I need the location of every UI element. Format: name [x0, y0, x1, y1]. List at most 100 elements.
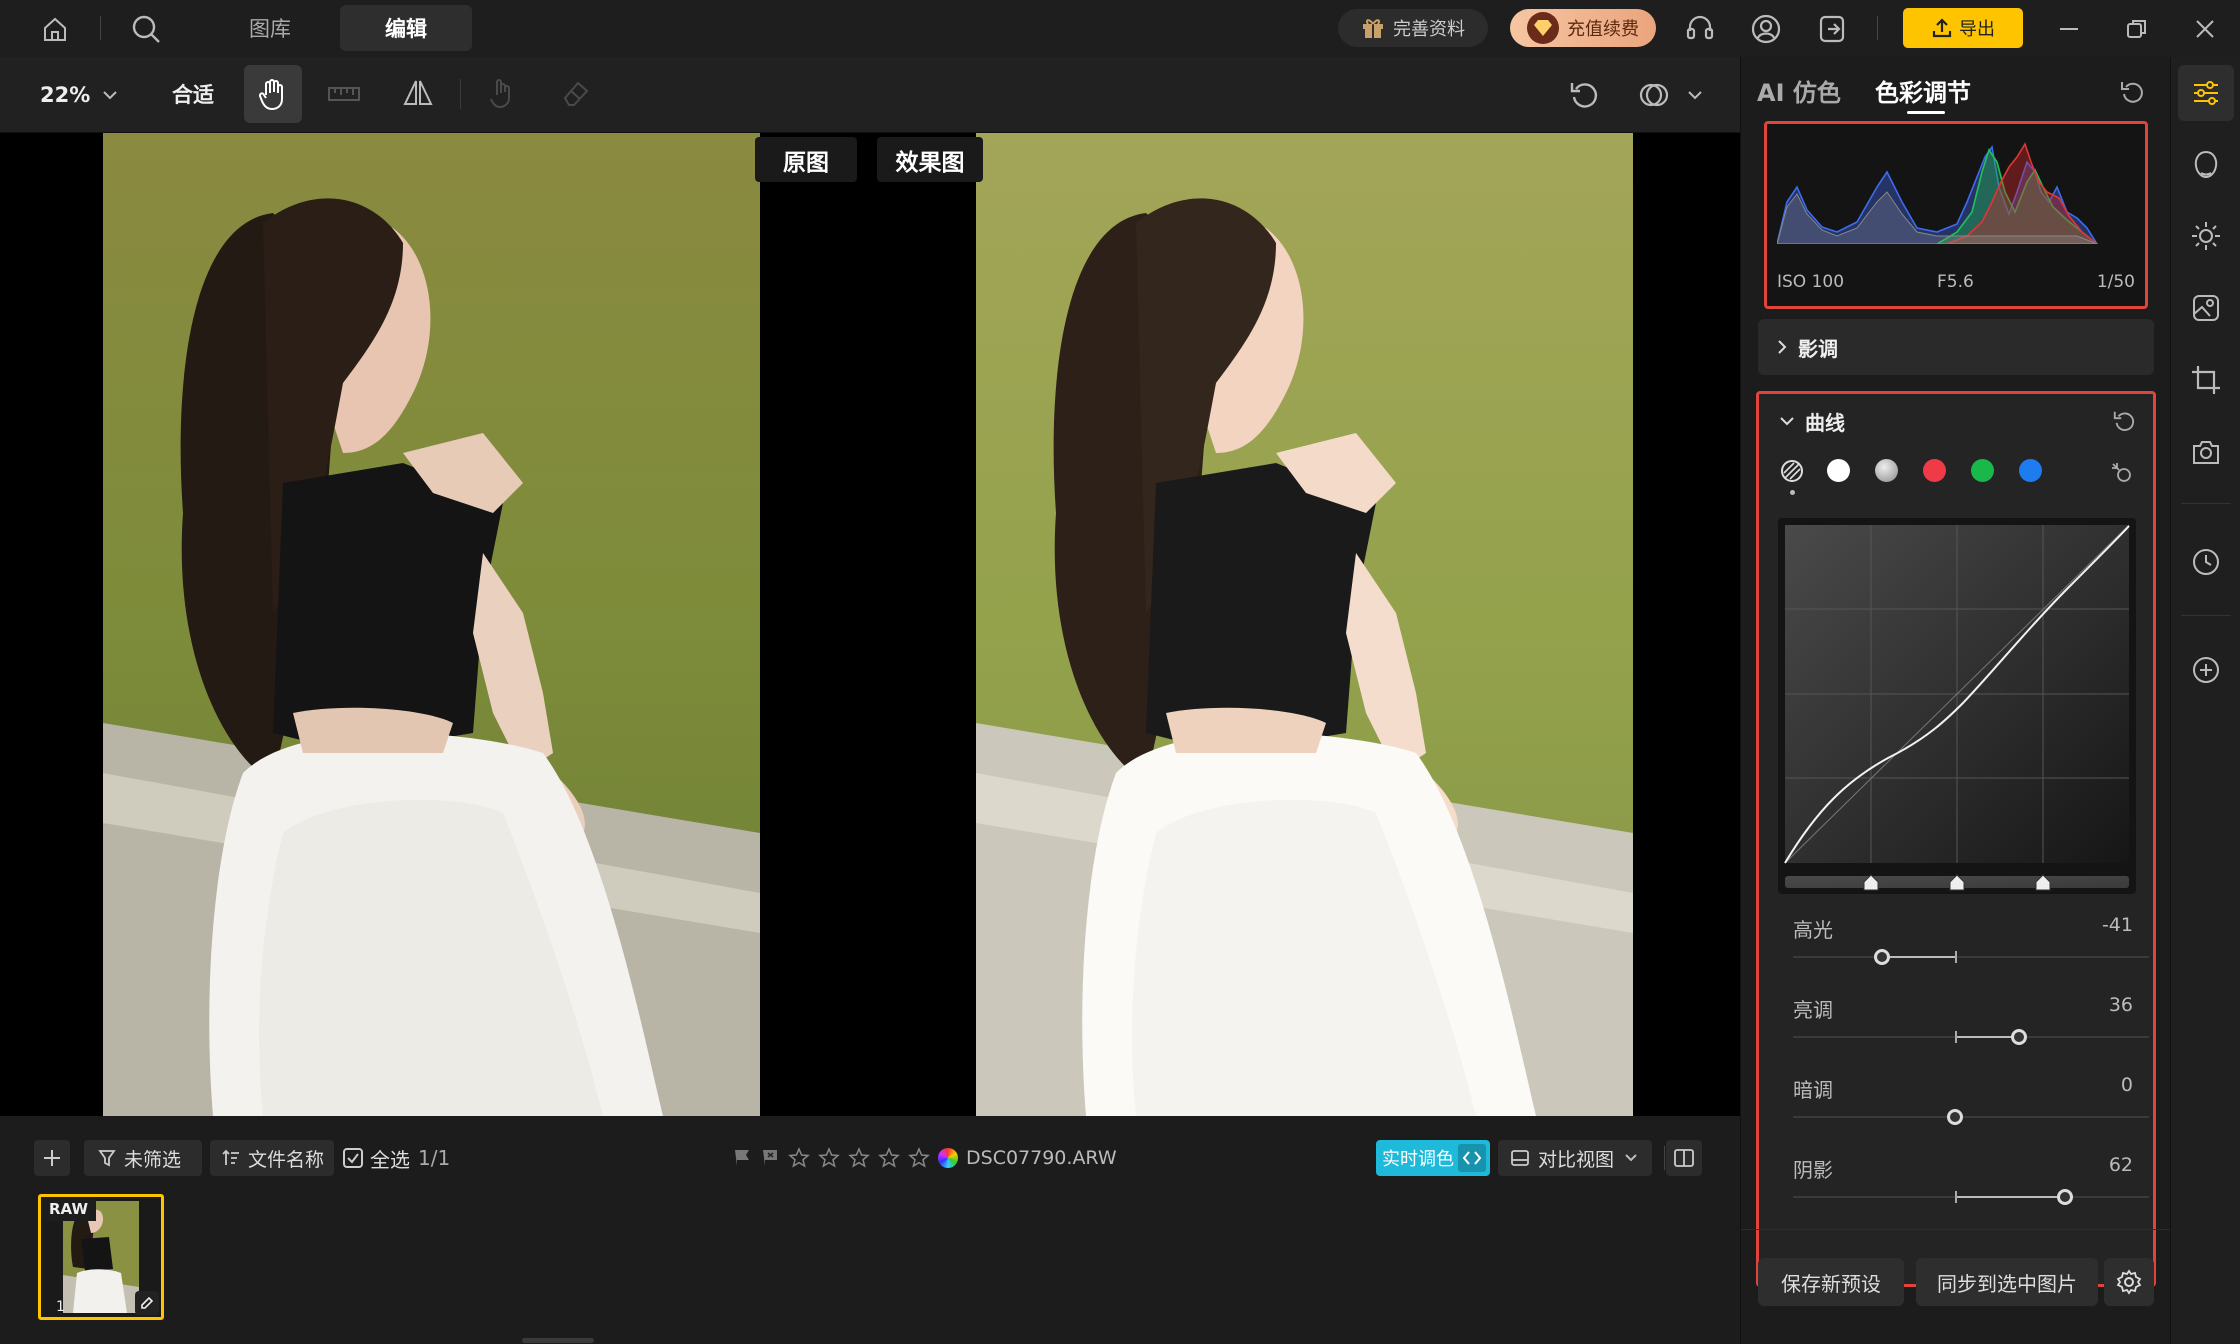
zoom-select[interactable]: 22% [40, 79, 118, 111]
sync-selected-button[interactable]: 同步到选中图片 [1916, 1258, 2098, 1306]
compare-icon [1510, 1149, 1530, 1167]
original-label[interactable]: 原图 [755, 137, 857, 182]
hand-tool-icon[interactable] [244, 65, 302, 123]
star-icon[interactable] [848, 1147, 870, 1169]
result-image[interactable] [976, 133, 1633, 1116]
filter-button[interactable]: 未筛选 [84, 1140, 202, 1176]
checkbox-icon [342, 1147, 364, 1169]
photo-info: DSC07790.ARW [732, 1140, 1117, 1176]
shadows-slider[interactable]: 阴影 62 [1759, 1154, 2159, 1210]
gray-channel-dot[interactable] [1875, 459, 1898, 482]
gift-icon [1361, 17, 1385, 39]
tab-library[interactable]: 图库 [224, 5, 316, 51]
logout-icon[interactable] [1814, 11, 1850, 47]
highlights-label: 高光 [1793, 918, 1833, 942]
highlights-slider[interactable]: 高光 -41 [1759, 914, 2159, 970]
flag-icon[interactable] [732, 1148, 752, 1168]
darks-value: 0 [2120, 1074, 2133, 1096]
sort-button[interactable]: 文件名称 [210, 1140, 334, 1176]
realtime-toggle[interactable]: 实时调色 [1376, 1140, 1490, 1176]
adjust-sliders-icon[interactable] [2178, 65, 2234, 121]
tab-ai-color[interactable]: AI 仿色 [1757, 73, 1841, 108]
star-icon[interactable] [788, 1147, 810, 1169]
curve-section-header[interactable]: 曲线 [1779, 406, 1845, 436]
chevron-down-icon [102, 89, 118, 101]
color-label-icon[interactable] [938, 1148, 958, 1168]
sun-icon[interactable] [2185, 215, 2227, 257]
brights-knob[interactable] [2011, 1029, 2027, 1045]
export-button[interactable]: 导出 [1903, 8, 2023, 48]
curve-picker-icon[interactable] [2109, 460, 2135, 486]
close-icon[interactable] [2190, 14, 2220, 44]
filter-label: 未筛选 [124, 1148, 182, 1171]
thumbnail[interactable]: RAW 1 [38, 1194, 164, 1320]
curve-graph[interactable] [1778, 518, 2136, 894]
curve-reset-icon[interactable] [2109, 406, 2139, 436]
export-label: 导出 [1959, 19, 1995, 40]
add-circle-icon[interactable] [2185, 649, 2227, 691]
compare-view-select[interactable]: 对比视图 [1498, 1140, 1652, 1176]
chevron-down-icon[interactable] [1684, 85, 1706, 105]
darks-label: 暗调 [1793, 1078, 1833, 1102]
tab-color-adjust[interactable]: 色彩调节 [1875, 73, 1971, 108]
filter-icon [98, 1149, 116, 1167]
darks-knob[interactable] [1947, 1109, 1963, 1125]
chevron-down-icon [1779, 415, 1795, 427]
upload-icon [1931, 17, 1953, 39]
save-preset-button[interactable]: 保存新预设 [1758, 1258, 1904, 1306]
search-icon[interactable] [128, 11, 164, 47]
shadows-knob[interactable] [2057, 1189, 2073, 1205]
recharge-button[interactable]: 充值续费 [1510, 9, 1656, 47]
history-icon[interactable] [2185, 541, 2227, 583]
darks-slider[interactable]: 暗调 0 [1759, 1074, 2159, 1130]
flip-icon[interactable] [400, 75, 436, 111]
mask-overlay-icon[interactable] [1634, 75, 1674, 115]
split-view-button[interactable] [1666, 1140, 1702, 1176]
red-channel-dot[interactable] [1923, 459, 1946, 482]
edit-toolbar: 22% 合适 [0, 57, 1740, 133]
recharge-label: 充值续费 [1567, 19, 1639, 40]
add-button[interactable] [34, 1140, 70, 1176]
filename: DSC07790.ARW [966, 1147, 1117, 1169]
minimize-icon[interactable] [2054, 14, 2084, 44]
undo-icon[interactable] [1564, 75, 1604, 115]
eraser-icon[interactable] [558, 75, 594, 111]
fit-button[interactable]: 合适 [172, 79, 214, 109]
camera-icon[interactable] [2185, 431, 2227, 473]
star-icon[interactable] [878, 1147, 900, 1169]
histogram-box: ISO 100 F5.6 1/50 [1764, 121, 2148, 309]
original-image[interactable] [103, 133, 760, 1116]
blue-channel-dot[interactable] [2019, 459, 2042, 482]
tab-edit[interactable]: 编辑 [340, 5, 472, 51]
chevron-down-icon [1624, 1153, 1638, 1163]
brights-label: 亮调 [1793, 998, 1833, 1022]
iso-value: ISO 100 [1777, 272, 1845, 292]
green-channel-dot[interactable] [1971, 459, 1994, 482]
tone-section-header[interactable]: 影调 [1758, 319, 2154, 375]
compare-label: 对比视图 [1538, 1148, 1615, 1171]
star-icon[interactable] [818, 1147, 840, 1169]
complete-profile-button[interactable]: 完善资料 [1338, 9, 1488, 47]
ruler-icon[interactable] [326, 77, 362, 111]
settings-button[interactable] [2104, 1258, 2154, 1306]
result-label[interactable]: 效果图 [877, 137, 983, 182]
luminance-channel-icon[interactable] [1779, 458, 1805, 484]
crop-icon[interactable] [2185, 359, 2227, 401]
brights-slider[interactable]: 亮调 36 [1759, 994, 2159, 1050]
select-all-checkbox[interactable]: 全选 1/1 [342, 1140, 450, 1176]
thumbnail-index: 1 [56, 1299, 65, 1315]
hand-touch-icon[interactable] [484, 75, 520, 111]
restore-icon[interactable] [2122, 14, 2152, 44]
reject-flag-icon[interactable] [760, 1148, 780, 1168]
face-icon[interactable] [2185, 143, 2227, 185]
shadows-label: 阴影 [1793, 1158, 1833, 1182]
star-icon[interactable] [908, 1147, 930, 1169]
reset-icon[interactable] [2117, 77, 2147, 107]
white-channel-dot[interactable] [1827, 459, 1850, 482]
home-icon[interactable] [38, 12, 72, 46]
support-icon[interactable] [1682, 11, 1718, 47]
user-icon[interactable] [1748, 11, 1784, 47]
image-retouch-icon[interactable] [2185, 287, 2227, 329]
highlights-knob[interactable] [1874, 949, 1890, 965]
active-channel-indicator [1790, 490, 1795, 495]
